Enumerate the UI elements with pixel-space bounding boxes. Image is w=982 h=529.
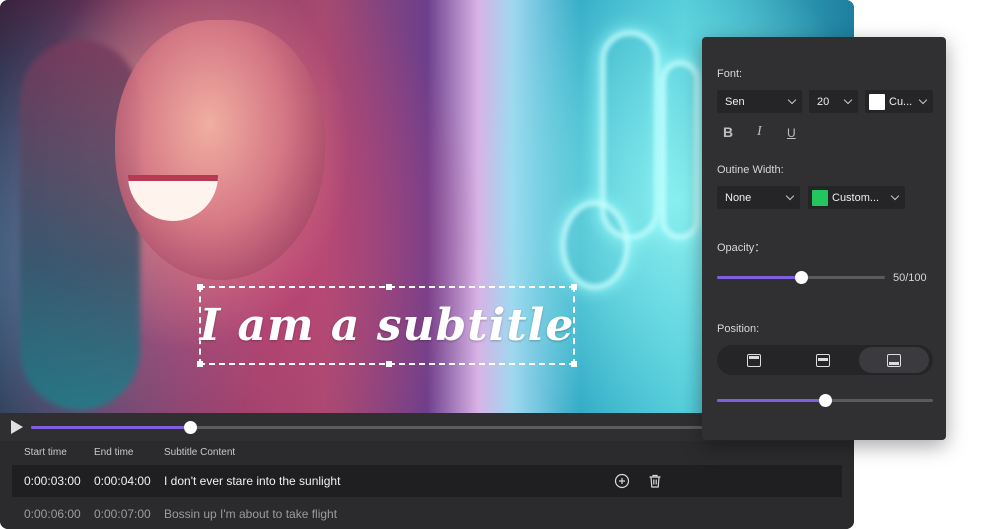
add-circle-icon[interactable]	[614, 473, 630, 489]
outline-color-value: Custom...	[832, 191, 880, 204]
resize-handle[interactable]	[571, 361, 577, 367]
position-middle-button[interactable]	[789, 347, 857, 373]
video-frame-face	[115, 20, 325, 280]
chevron-down-icon	[785, 191, 795, 201]
subtitle-table: Start time End time Subtitle Content 0:0…	[0, 441, 854, 529]
font-size-select[interactable]: 20	[809, 90, 858, 113]
chevron-down-icon	[918, 95, 928, 105]
font-color-swatch	[869, 93, 885, 110]
italic-icon[interactable]: I	[757, 124, 762, 140]
timeline-progress	[31, 426, 191, 429]
bold-icon[interactable]: B	[723, 124, 733, 140]
opacity-slider-fill	[717, 276, 801, 279]
font-family-select[interactable]: Sen	[717, 90, 802, 113]
outline-color-swatch	[812, 189, 828, 206]
font-color-value: Cu...	[889, 95, 913, 108]
opacity-value: 50/100	[893, 272, 927, 284]
neon-sign-shape	[660, 60, 700, 240]
row-start-time[interactable]: 0:00:03:00	[24, 474, 81, 488]
chevron-down-icon	[787, 95, 797, 105]
position-slider-fill	[717, 399, 825, 402]
position-top-button[interactable]	[720, 347, 788, 373]
timeline-scrubber[interactable]	[184, 421, 198, 434]
font-size-value: 20	[817, 95, 830, 108]
position-slider-thumb[interactable]	[818, 394, 832, 407]
position-offset-slider[interactable]	[717, 394, 933, 407]
outline-width-value: None	[725, 191, 752, 204]
opacity-label: Opacity：	[717, 242, 766, 254]
position-bottom-button[interactable]	[859, 347, 929, 373]
play-icon[interactable]	[11, 420, 23, 434]
table-row[interactable]: 0:00:06:00 0:00:07:00 Bossin up I'm abou…	[12, 498, 842, 529]
align-bottom-icon	[887, 353, 901, 367]
row-start-time[interactable]: 0:00:06:00	[24, 507, 81, 521]
outline-color-select[interactable]: Custom...	[808, 186, 905, 209]
resize-handle[interactable]	[386, 284, 392, 290]
resize-handle[interactable]	[197, 361, 203, 367]
column-header-start: Start time	[24, 447, 67, 458]
row-subtitle-content[interactable]: I don't ever stare into the sunlight	[164, 474, 340, 488]
column-header-end: End time	[94, 447, 134, 458]
underline-icon[interactable]: U	[787, 126, 796, 140]
timeline-track[interactable]	[31, 421, 711, 434]
font-label: Font:	[717, 68, 743, 80]
resize-handle[interactable]	[386, 361, 392, 367]
subtitle-preview-text[interactable]: I am a subtitle	[200, 300, 575, 351]
trash-icon[interactable]	[647, 473, 663, 489]
chevron-down-icon	[890, 191, 900, 201]
resize-handle[interactable]	[571, 284, 577, 290]
opacity-slider[interactable]	[717, 271, 885, 284]
outline-width-label: Outine Width:	[717, 164, 784, 176]
subtitle-style-panel: Font: Sen 20 Cu... B I U Outine Width: N…	[702, 37, 946, 440]
chevron-down-icon	[843, 95, 853, 105]
align-top-icon	[747, 353, 761, 367]
font-family-value: Sen	[725, 95, 745, 108]
column-header-content: Subtitle Content	[164, 447, 236, 458]
neon-sign-shape	[560, 200, 630, 290]
table-row[interactable]: 0:00:03:00 0:00:04:00 I don't ever stare…	[12, 465, 842, 497]
position-segmented-control	[717, 345, 933, 375]
subtitle-overlay-box[interactable]: I am a subtitle	[197, 284, 577, 367]
row-end-time[interactable]: 0:00:04:00	[94, 474, 151, 488]
font-color-select[interactable]: Cu...	[865, 90, 933, 113]
outline-width-select[interactable]: None	[717, 186, 800, 209]
row-end-time[interactable]: 0:00:07:00	[94, 507, 151, 521]
row-subtitle-content[interactable]: Bossin up I'm about to take flight	[164, 507, 337, 521]
position-label: Position:	[717, 323, 760, 335]
resize-handle[interactable]	[197, 284, 203, 290]
align-middle-icon	[816, 353, 830, 367]
opacity-slider-thumb[interactable]	[794, 271, 808, 284]
table-header: Start time End time Subtitle Content	[0, 441, 854, 465]
